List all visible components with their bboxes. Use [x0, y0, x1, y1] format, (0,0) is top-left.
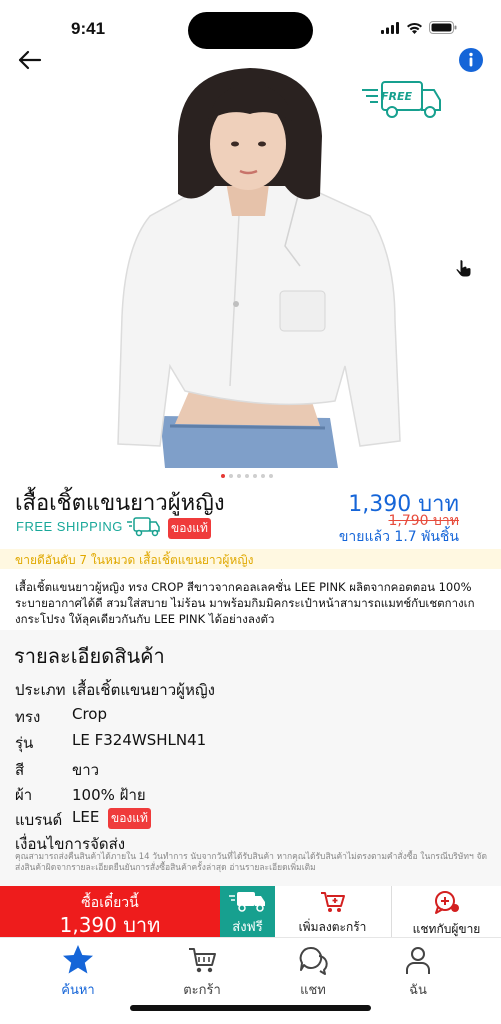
chat-icon: [299, 946, 328, 975]
spec-value: LEE: [72, 808, 100, 826]
back-button[interactable]: [16, 48, 44, 72]
spec-value: Crop: [72, 705, 108, 723]
carousel-dot[interactable]: [245, 474, 249, 478]
buy-now-price: 1,390 บาท: [59, 913, 161, 937]
chat-seller-icon: [434, 891, 459, 914]
tab-label: ตะกร้า: [183, 983, 221, 998]
free-shipping-label: FREE SHIPPING: [16, 519, 123, 534]
free-badge-text: FREE: [381, 90, 412, 103]
spec-label: ผ้า: [15, 786, 33, 804]
wifi-icon: [407, 22, 422, 34]
tab-label: แชท: [300, 983, 326, 998]
tab-chat[interactable]: แชท: [278, 944, 348, 1000]
add-cart-icon: [320, 892, 345, 912]
product-title: เสื้อเชิ้ตแขนยาวผู้หญิง: [15, 491, 225, 516]
free-truck-icon: [228, 892, 265, 912]
shipping-note: คุณสามารถส่งคืนสินค้าได้ภายใน 14 วันทำกา…: [15, 852, 487, 873]
authentic-badge: ของแท้: [168, 518, 211, 539]
tab-cart[interactable]: ตะกร้า: [167, 944, 237, 1000]
battery-icon: [429, 21, 457, 34]
dynamic-island: [188, 12, 313, 49]
spec-label: แบรนด์: [15, 811, 63, 829]
info-icon: [459, 48, 483, 72]
spec-label: รุ่น: [15, 734, 34, 752]
carousel-dot[interactable]: [253, 474, 257, 478]
hand-cursor-icon: [455, 259, 472, 278]
tab-search[interactable]: ค้นหา: [43, 944, 113, 1000]
cart-icon: [189, 948, 216, 973]
star-icon: [63, 945, 93, 974]
carousel-dot[interactable]: [269, 474, 273, 478]
status-bar: 9:41: [0, 0, 501, 52]
buy-now-button[interactable]: ซื้อเดี๋ยวนี้ 1,390 บาท: [0, 886, 220, 937]
add-to-cart-label: เพิ่มลงตะกร้า: [298, 920, 367, 934]
signal-icon: [381, 21, 399, 34]
person-icon: [406, 947, 430, 974]
tab-me[interactable]: ฉัน: [383, 944, 453, 1000]
home-indicator: [130, 1005, 371, 1011]
sold-count: ขายแล้ว 1.7 พันชิ้น: [338, 529, 459, 545]
product-image[interactable]: [0, 66, 501, 468]
info-button[interactable]: [459, 48, 483, 72]
brand-authentic-badge: ของแท้: [108, 808, 151, 829]
rank-text[interactable]: ขายดีอันดับ 7 ในหมวด เสื้อเชิ้ตแขนยาวผู้…: [15, 551, 253, 570]
buy-now-label: ซื้อเดี๋ยวนี้: [81, 895, 139, 911]
status-time: 9:41: [71, 19, 106, 38]
free-shipping-button-label: ส่งฟรี: [232, 920, 263, 935]
status-icons: [381, 21, 457, 34]
spec-label: สี: [15, 761, 25, 779]
spec-value: เสื้อเชิ้ตแขนยาวผู้หญิง: [72, 681, 215, 699]
carousel-dot[interactable]: [237, 474, 241, 478]
details-heading: รายละเอียดสินค้า: [14, 644, 165, 668]
chat-seller-button[interactable]: แชทกับผู้ขาย: [391, 886, 501, 937]
truck-icon: [127, 517, 160, 537]
tab-label: ฉัน: [409, 983, 427, 998]
tab-label: ค้นหา: [61, 983, 95, 998]
product-description: เสื้อเชิ้ตแขนยาวผู้หญิง ทรง CROP สีขาวจา…: [15, 580, 475, 626]
free-shipping-truck-icon: FREE: [362, 81, 441, 118]
model-photo: [0, 66, 501, 468]
spec-value: 100% ฝ้าย: [72, 786, 146, 804]
spec-label: ทรง: [15, 708, 41, 726]
spec-value: ขาว: [72, 761, 100, 779]
arrow-left-icon: [18, 50, 42, 70]
carousel-dot[interactable]: [261, 474, 265, 478]
spec-label: ประเภท: [15, 681, 66, 699]
free-shipping-button[interactable]: ส่งฟรี: [220, 886, 275, 937]
carousel-dots[interactable]: [221, 474, 273, 478]
add-to-cart-button[interactable]: เพิ่มลงตะกร้า: [275, 886, 390, 937]
carousel-dot[interactable]: [221, 474, 225, 478]
carousel-dot[interactable]: [229, 474, 233, 478]
spec-value: LE F324WSHLN41: [72, 731, 207, 749]
